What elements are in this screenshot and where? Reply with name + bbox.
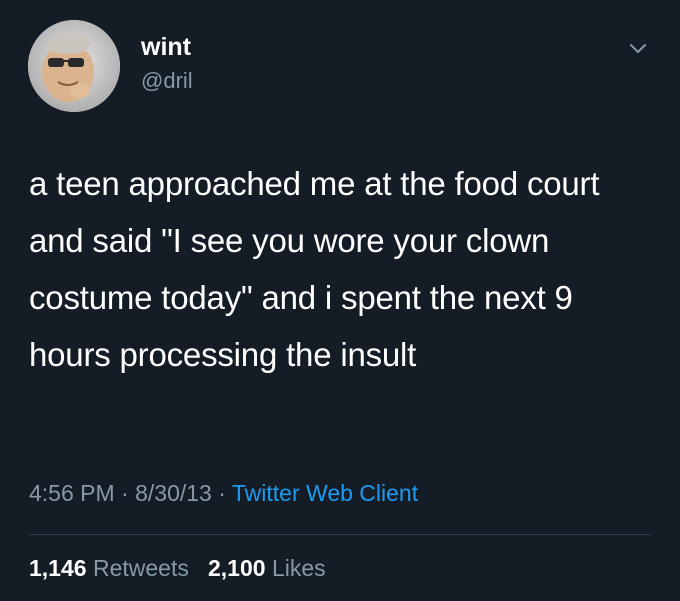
meta-separator: · [218,480,226,506]
tweet-date[interactable]: 8/30/13 [135,480,212,506]
divider [29,534,651,535]
chevron-down-icon[interactable] [626,36,650,60]
likes-label: Likes [271,555,326,581]
tweet-time[interactable]: 4:56 PM [29,480,115,506]
tweet-client[interactable]: Twitter Web Client [232,480,418,506]
retweets-count: 1,146 [29,555,87,581]
retweets-label: Retweets [92,555,189,581]
likes-stat[interactable]: 2,100 Likes [208,555,326,581]
author-handle[interactable]: @dril [141,68,193,94]
profile-photo-icon [28,20,120,112]
tweet-stats: 1,146 Retweets 2,100 Likes [29,553,326,583]
avatar[interactable] [28,20,120,112]
retweets-stat[interactable]: 1,146 Retweets [29,555,195,581]
author-name[interactable]: wint [141,32,191,62]
tweet-meta: 4:56 PM · 8/30/13 · Twitter Web Client [29,478,418,508]
likes-count: 2,100 [208,555,266,581]
meta-separator: · [121,480,129,506]
tweet-card: wint @dril a teen approached me at the f… [0,0,680,601]
tweet-text: a teen approached me at the food court a… [29,165,600,373]
